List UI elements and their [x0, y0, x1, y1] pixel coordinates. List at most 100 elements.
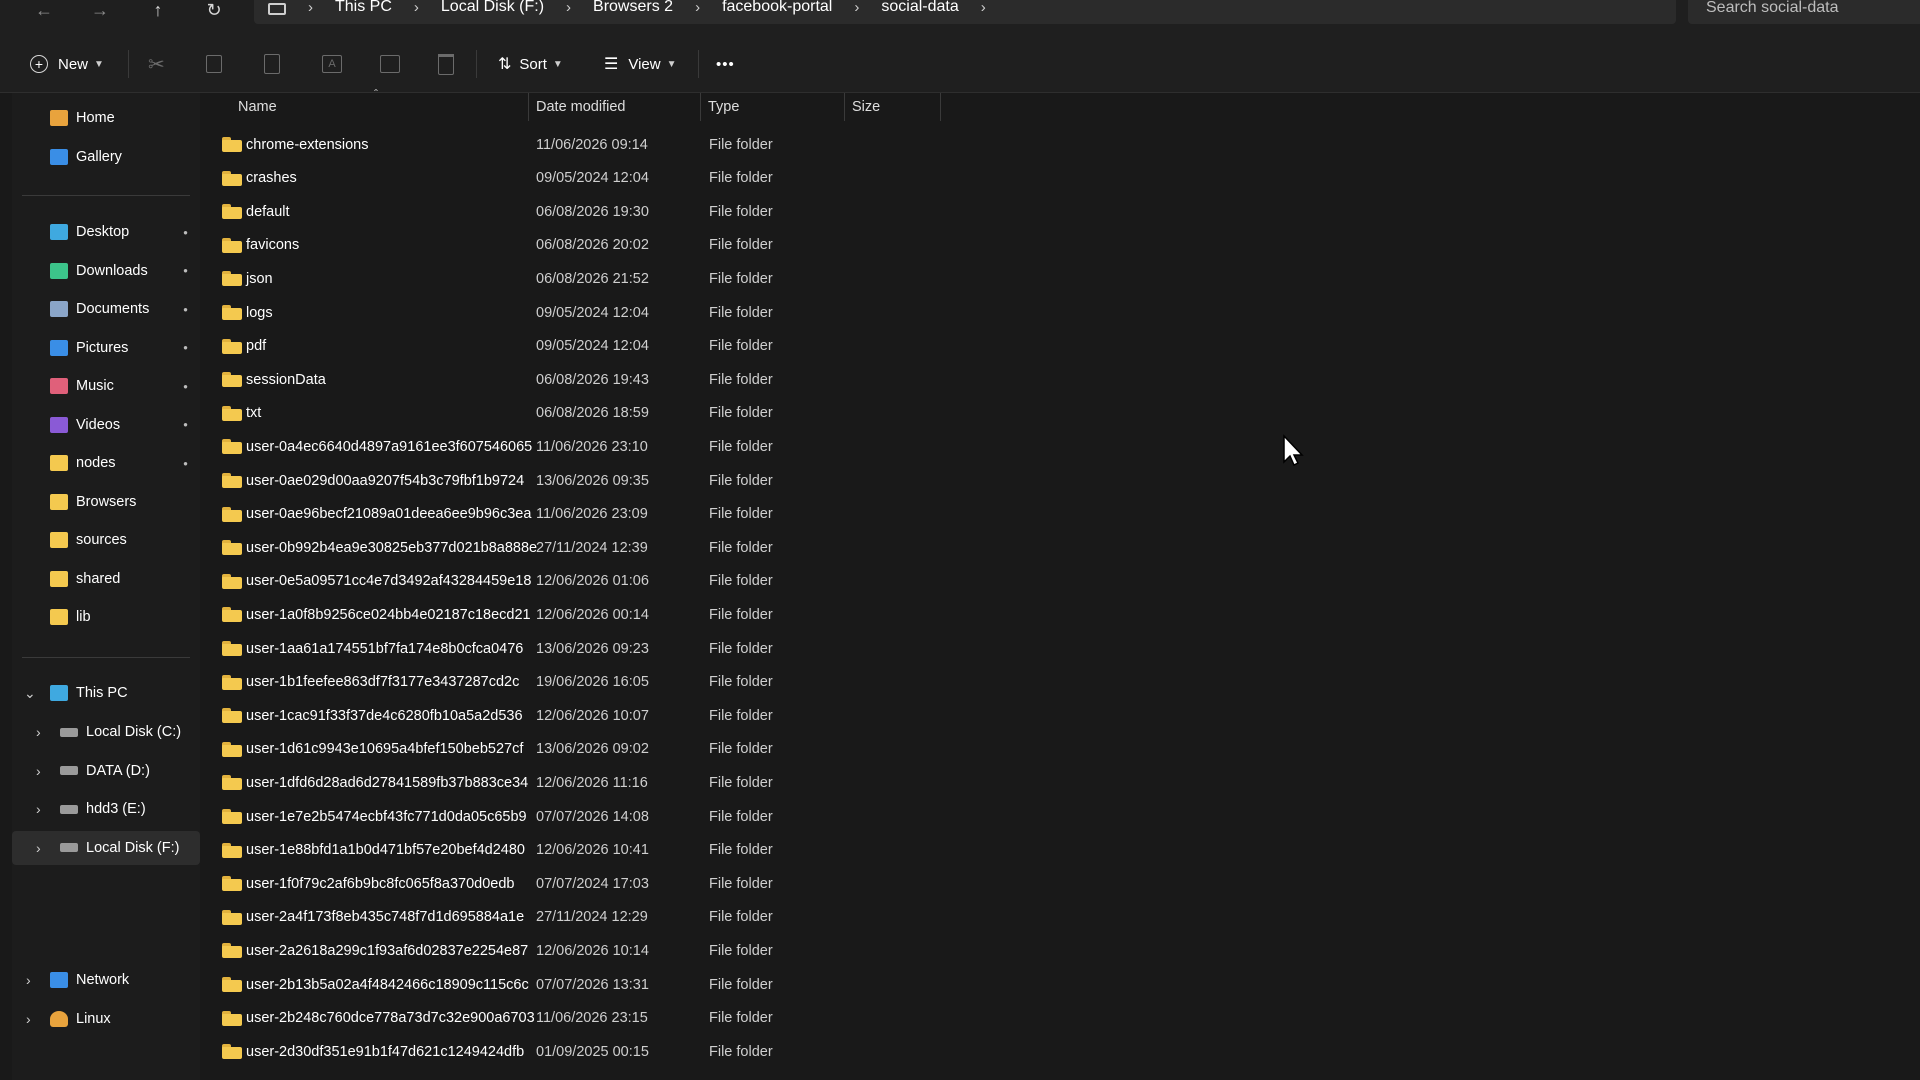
table-row[interactable]: logs 09/05/2024 12:04 File folder	[202, 296, 1002, 329]
column-header-name[interactable]: Name	[238, 93, 277, 121]
table-row[interactable]: txt 06/08/2026 18:59 File folder	[202, 397, 1002, 430]
chevron-right-icon[interactable]: ›	[26, 972, 31, 988]
type-cell: File folder	[709, 842, 773, 859]
sidebar-item-drive[interactable]: › hdd3 (E:)	[12, 792, 200, 826]
sidebar-item-drive[interactable]: › Local Disk (C:)	[12, 715, 200, 749]
sidebar-item-documents[interactable]: Documents ●	[12, 292, 200, 326]
this-pc-icon	[268, 3, 286, 15]
sidebar-item-pictures[interactable]: Pictures ●	[12, 331, 200, 365]
table-row[interactable]: user-1aa61a174551bf7fa174e8b0cfca0476 13/…	[202, 632, 1002, 665]
pin-icon[interactable]: ●	[183, 420, 188, 429]
table-row[interactable]: user-0a4ec6640d4897a9161ee3f607546065 11/…	[202, 430, 1002, 463]
sidebar-item-sources[interactable]: sources	[12, 523, 200, 557]
view-button[interactable]: ☰ View ▼	[604, 50, 677, 78]
breadcrumb: › This PC › Local Disk (F:) › Browsers 2…	[286, 0, 1008, 16]
chevron-right-icon[interactable]: ›	[36, 840, 41, 856]
table-row[interactable]: sessionData 06/08/2026 19:43 File folder	[202, 363, 1002, 396]
sidebar-item-linux[interactable]: › Linux	[12, 1002, 200, 1036]
back-button[interactable]: ←	[26, 0, 62, 20]
sort-button[interactable]: ⇅ Sort ▼	[498, 50, 563, 78]
column-header-date-modified[interactable]: Date modified	[536, 93, 625, 121]
new-button[interactable]: + New ▼	[30, 50, 104, 78]
sidebar-item-network[interactable]: › Network	[12, 963, 200, 997]
share-button[interactable]	[380, 50, 400, 78]
pin-icon[interactable]: ●	[183, 382, 188, 391]
file-name: user-2a2618a299c1f93af6d02837e2254e87	[246, 942, 529, 959]
table-row[interactable]: chrome-extensions 11/06/2026 09:14 File fo…	[202, 128, 1002, 161]
sidebar-item-drive[interactable]: › DATA (D:)	[12, 754, 200, 788]
rename-button[interactable]: A	[322, 50, 342, 78]
chevron-right-icon[interactable]: ›	[36, 801, 41, 817]
pin-icon[interactable]: ●	[183, 305, 188, 314]
table-row[interactable]: user-1e88bfd1a1b0d471bf57e20bef4d2480 12/…	[202, 834, 1002, 867]
chevron-right-icon[interactable]: ›	[981, 0, 986, 16]
column-divider[interactable]	[844, 93, 845, 121]
up-button[interactable]: ↑	[140, 0, 176, 20]
cut-button[interactable]: ✂	[148, 50, 165, 78]
new-button-label: New	[58, 55, 89, 73]
chevron-right-icon[interactable]: ›	[36, 724, 41, 740]
sidebar-item-home[interactable]: Home	[12, 101, 200, 135]
table-row[interactable]: user-1d61c9943e10695a4bfef150beb527cf 13/…	[202, 733, 1002, 766]
chevron-right-icon[interactable]: ›	[36, 763, 41, 779]
sidebar-item-this-pc[interactable]: ⌄ This PC	[12, 676, 200, 710]
breadcrumb-social-data[interactable]: social-data	[881, 0, 958, 16]
breadcrumb-local-disk-f[interactable]: Local Disk (F:)	[441, 0, 544, 16]
table-row[interactable]: user-0ae96becf21089a01deea6ee9b96c3ea 11/…	[202, 498, 1002, 531]
copy-icon	[206, 55, 222, 73]
table-row[interactable]: user-1f0f79c2af6b9bc8fc065f8a370d0edb 07/…	[202, 867, 1002, 900]
table-row[interactable]: user-1dfd6d28ad6d27841589fb37b883ce34 12/…	[202, 766, 1002, 799]
column-divider[interactable]	[700, 93, 701, 121]
paste-icon	[264, 54, 280, 74]
pin-icon[interactable]: ●	[183, 228, 188, 237]
address-bar[interactable]: › This PC › Local Disk (F:) › Browsers 2…	[254, 0, 1676, 24]
sidebar-item-downloads[interactable]: Downloads ●	[12, 254, 200, 288]
breadcrumb-facebook-portal[interactable]: facebook-portal	[722, 0, 832, 16]
table-row[interactable]: user-2a4f173f8eb435c748f7d1d695884a1e 27/…	[202, 901, 1002, 934]
table-row[interactable]: user-1a0f8b9256ce024bb4e02187c18ecd21 12/…	[202, 598, 1002, 631]
sidebar-item-gallery[interactable]: Gallery	[12, 140, 200, 174]
pin-icon[interactable]: ●	[183, 266, 188, 275]
column-header-size[interactable]: Size	[852, 93, 880, 121]
table-row[interactable]: user-1cac91f33f37de4c6280fb10a5a2d536 12/…	[202, 699, 1002, 732]
sidebar-item-desktop[interactable]: Desktop ●	[12, 215, 200, 249]
table-row[interactable]: user-0ae029d00aa9207f54b3c79fbf1b9724 13/…	[202, 464, 1002, 497]
sidebar-item-lib[interactable]: lib	[12, 600, 200, 634]
copy-button[interactable]	[206, 50, 222, 78]
refresh-icon: ↻	[206, 0, 222, 20]
table-row[interactable]: user-1b1feefee863df7f3177e3437287cd2c 19/…	[202, 666, 1002, 699]
table-row[interactable]: crashes 09/05/2024 12:04 File folder	[202, 162, 1002, 195]
sidebar-item-browsers[interactable]: Browsers	[12, 485, 200, 519]
table-row[interactable]: pdf 09/05/2024 12:04 File folder	[202, 330, 1002, 363]
breadcrumb-browsers-2[interactable]: Browsers 2	[593, 0, 673, 16]
column-divider[interactable]	[940, 93, 941, 121]
forward-button[interactable]: →	[82, 0, 118, 20]
column-divider[interactable]	[528, 93, 529, 121]
table-row[interactable]: favicons 06/08/2026 20:02 File folder	[202, 229, 1002, 262]
chevron-right-icon[interactable]: ›	[26, 1011, 31, 1027]
sidebar-item-videos[interactable]: Videos ●	[12, 408, 200, 442]
pin-icon[interactable]: ●	[183, 343, 188, 352]
sidebar-item-drive[interactable]: › Local Disk (F:)	[12, 830, 200, 865]
table-row[interactable]: user-1e7e2b5474ecbf43fc771d0da05c65b9 07/…	[202, 800, 1002, 833]
delete-button[interactable]	[438, 50, 454, 78]
table-row[interactable]: user-0e5a09571cc4e7d3492af43284459e18 12/…	[202, 565, 1002, 598]
more-options-button[interactable]: •••	[716, 50, 735, 78]
table-row[interactable]: user-0b992b4ea9e30825eb377d021b8a888e 27/…	[202, 531, 1002, 564]
paste-button[interactable]	[264, 50, 280, 78]
table-row[interactable]: json 06/08/2026 21:52 File folder	[202, 262, 1002, 295]
table-row[interactable]: user-2d30df351e91b1f47d621c1249424dfb 01/…	[202, 1035, 1002, 1068]
sidebar-item-music[interactable]: Music ●	[12, 369, 200, 403]
breadcrumb-this-pc[interactable]: This PC	[335, 0, 392, 16]
search-input[interactable]: Search social-data	[1688, 0, 1920, 24]
sidebar-item-nodes[interactable]: nodes ●	[12, 446, 200, 480]
table-row[interactable]: user-2b13b5a02a4f4842466c18909c115c6c 07/…	[202, 968, 1002, 1001]
table-row[interactable]: user-2a2618a299c1f93af6d02837e2254e87 12/…	[202, 934, 1002, 967]
table-row[interactable]: default 06/08/2026 19:30 File folder	[202, 195, 1002, 228]
table-row[interactable]: user-2b248c760dce778a73d7c32e900a6703 11/…	[202, 1002, 1002, 1035]
pin-icon[interactable]: ●	[183, 459, 188, 468]
column-header-type[interactable]: Type	[708, 93, 739, 121]
chevron-down-icon[interactable]: ⌄	[24, 685, 36, 702]
refresh-button[interactable]: ↻	[196, 0, 232, 20]
sidebar-item-shared[interactable]: shared	[12, 562, 200, 596]
